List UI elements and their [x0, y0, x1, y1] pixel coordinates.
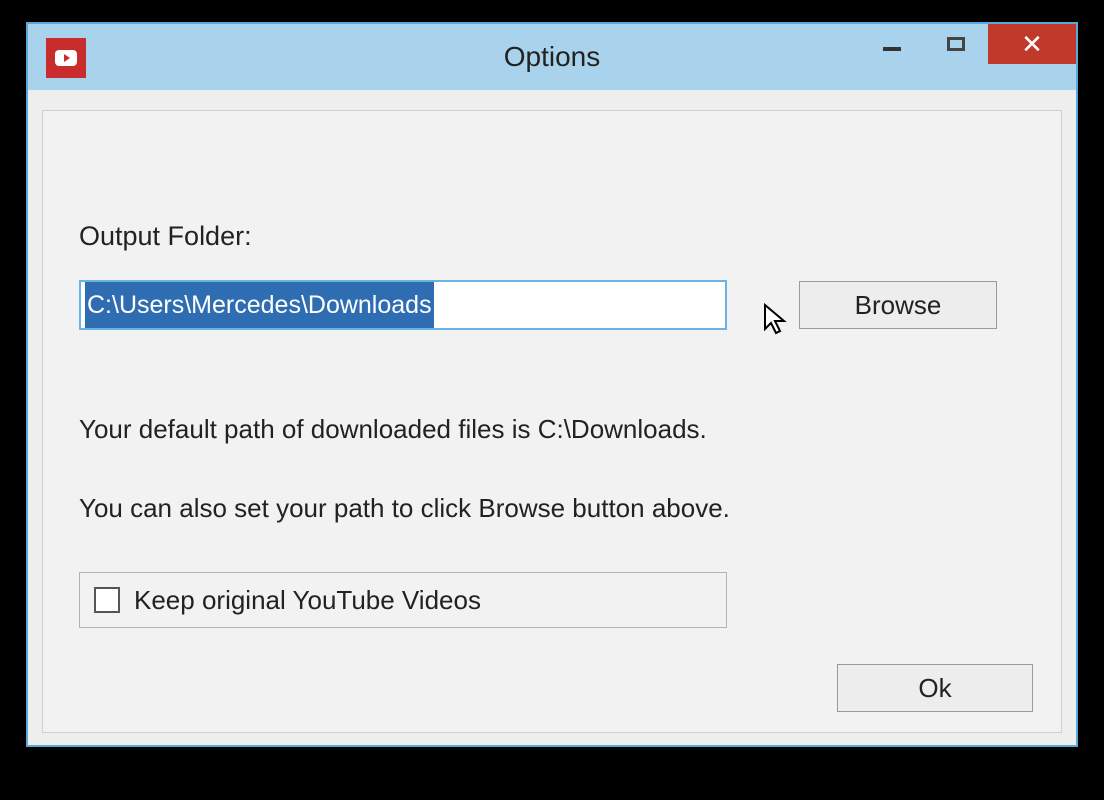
- default-path-hint: Your default path of downloaded files is…: [79, 414, 1025, 445]
- keep-original-label: Keep original YouTube Videos: [134, 585, 481, 616]
- maximize-icon: [947, 37, 965, 51]
- content-panel: Output Folder: C:\Users\Mercedes\Downloa…: [42, 110, 1062, 733]
- titlebar[interactable]: Options ✕: [28, 24, 1076, 90]
- minimize-button[interactable]: [860, 24, 924, 64]
- output-path-input[interactable]: C:\Users\Mercedes\Downloads: [79, 280, 727, 330]
- output-folder-label: Output Folder:: [79, 221, 1025, 252]
- options-dialog: Options ✕ Output Folder: C:\Users\Merced…: [26, 22, 1078, 747]
- keep-original-checkbox[interactable]: [94, 587, 120, 613]
- minimize-icon: [883, 47, 901, 51]
- selected-text: C:\Users\Mercedes\Downloads: [85, 282, 434, 328]
- close-button[interactable]: ✕: [988, 24, 1076, 64]
- keep-original-option[interactable]: Keep original YouTube Videos: [79, 572, 727, 628]
- output-folder-row: C:\Users\Mercedes\Downloads Browse: [79, 280, 1025, 330]
- close-icon: ✕: [1021, 29, 1043, 60]
- app-icon: [46, 38, 86, 78]
- youtube-icon: [55, 50, 77, 66]
- browse-hint: You can also set your path to click Brow…: [79, 493, 1025, 524]
- ok-button[interactable]: Ok: [837, 664, 1033, 712]
- window-controls: ✕: [860, 24, 1076, 64]
- maximize-button[interactable]: [924, 24, 988, 64]
- browse-button[interactable]: Browse: [799, 281, 997, 329]
